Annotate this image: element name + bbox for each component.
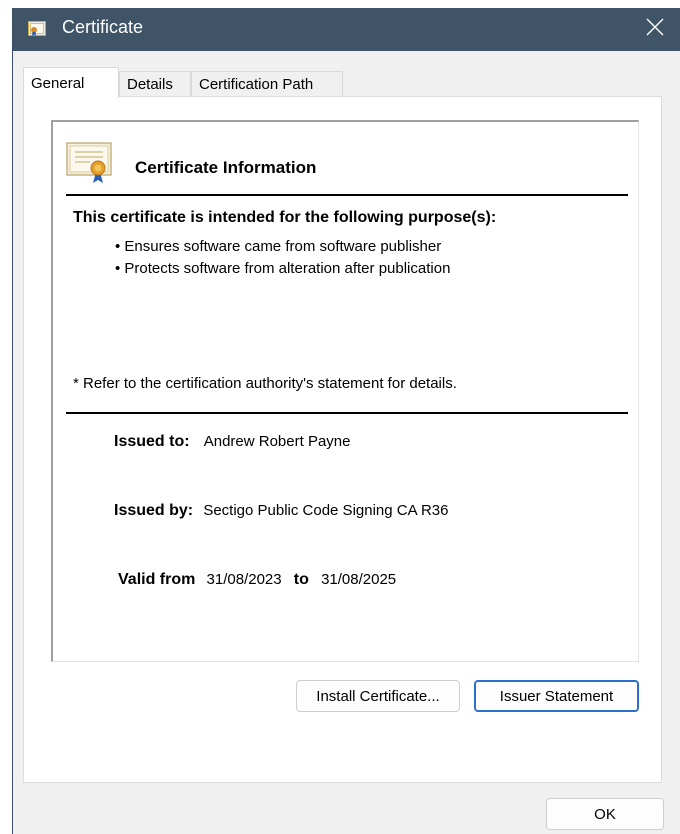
valid-to-value: 31/08/2025 bbox=[321, 571, 397, 588]
divider bbox=[66, 412, 628, 414]
title-bar: Certificate bbox=[13, 8, 680, 51]
certificate-ribbon-icon bbox=[66, 140, 116, 184]
certificate-info-heading: Certificate Information bbox=[135, 158, 317, 177]
issued-to-value: Andrew Robert Payne bbox=[203, 433, 351, 450]
tab-general[interactable]: General bbox=[23, 67, 119, 98]
tab-certification-path[interactable]: Certification Path bbox=[191, 71, 343, 97]
list-item: • Protects software from alteration afte… bbox=[115, 258, 450, 280]
issued-to-label: Issued to: bbox=[114, 433, 190, 450]
close-icon bbox=[646, 18, 664, 41]
ok-button[interactable]: OK bbox=[546, 798, 664, 830]
purpose-text: Ensures software came from software publ… bbox=[124, 238, 442, 255]
close-button[interactable] bbox=[630, 8, 680, 51]
button-label: OK bbox=[594, 805, 616, 823]
divider bbox=[66, 194, 628, 196]
certificate-info-box: Certificate Information This certificate… bbox=[51, 120, 639, 662]
certificate-dialog: Certificate General Details Certificatio… bbox=[12, 8, 680, 834]
issuer-statement-button[interactable]: Issuer Statement bbox=[474, 680, 639, 712]
tab-label: General bbox=[31, 74, 85, 92]
issued-to-row: Issued to: Andrew Robert Payne bbox=[114, 433, 350, 451]
valid-from-value: 31/08/2023 bbox=[206, 571, 282, 588]
list-item: • Ensures software came from software pu… bbox=[115, 236, 450, 258]
certificate-icon bbox=[28, 20, 46, 37]
issued-by-row: Issued by: Sectigo Public Code Signing C… bbox=[114, 502, 448, 520]
purpose-heading: This certificate is intended for the fol… bbox=[73, 209, 497, 226]
window-title: Certificate bbox=[62, 17, 144, 37]
valid-to-label: to bbox=[293, 571, 309, 588]
tab-label: Certification Path bbox=[199, 76, 314, 93]
valid-from-label: Valid from bbox=[118, 571, 196, 588]
purpose-list: • Ensures software came from software pu… bbox=[115, 236, 450, 280]
tab-details[interactable]: Details bbox=[119, 71, 191, 97]
bullet: • bbox=[115, 238, 125, 255]
validity-row: Valid from 31/08/2023 to 31/08/2025 bbox=[118, 571, 396, 589]
issued-by-label: Issued by: bbox=[114, 502, 194, 519]
authority-note: * Refer to the certification authority's… bbox=[73, 375, 457, 392]
button-label: Install Certificate... bbox=[316, 687, 440, 705]
bullet: • bbox=[115, 260, 125, 277]
tab-label: Details bbox=[127, 76, 173, 93]
issued-by-value: Sectigo Public Code Signing CA R36 bbox=[203, 502, 449, 519]
purpose-text: Protects software from alteration after … bbox=[124, 260, 451, 277]
button-label: Issuer Statement bbox=[499, 687, 614, 705]
install-certificate-button[interactable]: Install Certificate... bbox=[296, 680, 460, 712]
